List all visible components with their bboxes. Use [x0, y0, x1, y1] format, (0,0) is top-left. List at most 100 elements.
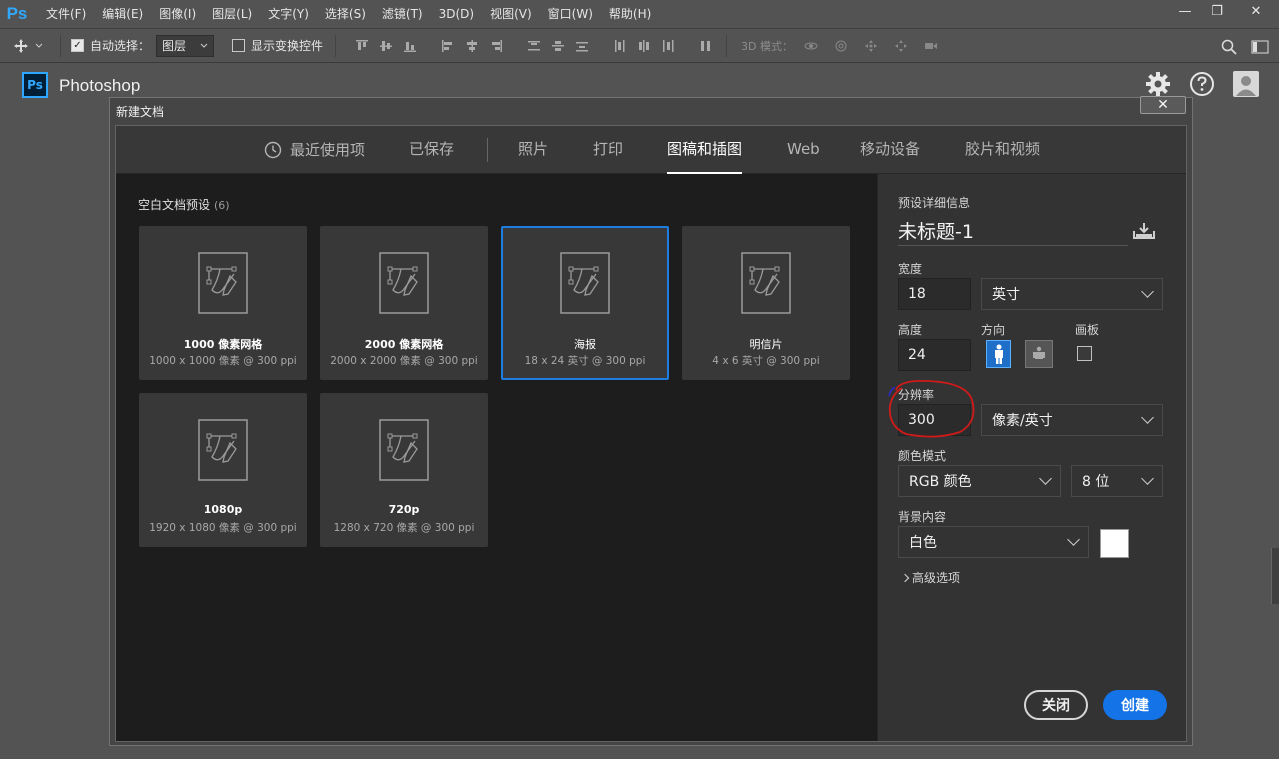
menu-filter[interactable]: 滤镜(T) — [374, 0, 431, 28]
window-close-button[interactable]: ✕ — [1233, 0, 1279, 22]
ps-logo: Ps — [22, 72, 48, 98]
chevron-down-icon — [1067, 533, 1080, 546]
advanced-options-toggle[interactable]: 高级选项 — [900, 569, 960, 586]
menu-window[interactable]: 窗口(W) — [540, 0, 601, 28]
preset-name: 1000 像素网格 — [183, 338, 263, 351]
preset-card-1080p[interactable]: 1080p 1920 x 1080 像素 @ 300 ppi — [139, 393, 307, 547]
color-mode-select[interactable]: RGB 颜色 — [898, 465, 1061, 497]
search-icon[interactable] — [1221, 39, 1237, 55]
document-template-icon — [379, 252, 429, 314]
tab-web[interactable]: Web — [787, 126, 820, 174]
divider — [335, 34, 337, 57]
document-template-icon — [198, 419, 248, 481]
orientation-portrait-button[interactable] — [986, 340, 1011, 368]
background-select[interactable]: 白色 — [898, 526, 1089, 558]
align-vcenter-icon[interactable] — [376, 36, 396, 56]
tab-photo[interactable]: 照片 — [518, 126, 548, 174]
orbit-3d-icon[interactable] — [801, 36, 821, 56]
tab-film-video[interactable]: 胶片和视频 — [965, 126, 1040, 174]
minimize-button[interactable]: — — [1169, 0, 1201, 22]
document-name-input[interactable]: 未标题-1 — [898, 217, 1128, 246]
workspace-icon[interactable] — [1251, 40, 1269, 54]
preset-card-2000px-grid[interactable]: 2000 像素网格 2000 x 2000 像素 @ 300 ppi — [320, 226, 488, 380]
dialog-close-button[interactable]: ✕ — [1140, 96, 1186, 114]
menu-layer[interactable]: 图层(L) — [204, 0, 260, 28]
menu-type[interactable]: 文字(Y) — [260, 0, 317, 28]
chevron-down-icon — [1039, 472, 1052, 485]
menu-help[interactable]: 帮助(H) — [601, 0, 659, 28]
width-input[interactable]: 18 — [898, 278, 971, 310]
distribute-top-icon[interactable] — [524, 36, 544, 56]
background-label: 背景内容 — [898, 510, 947, 524]
resolution-unit-select[interactable]: 像素/英寸 — [981, 404, 1163, 436]
document-template-icon — [741, 252, 791, 314]
create-button[interactable]: 创建 — [1103, 690, 1167, 720]
close-button[interactable]: 关闭 — [1024, 690, 1088, 720]
chevron-down-icon — [1141, 411, 1154, 424]
show-transform-checkbox[interactable] — [232, 39, 246, 52]
menu-3d[interactable]: 3D(D) — [431, 0, 482, 28]
preset-card-720p[interactable]: 720p 1280 x 720 像素 @ 300 ppi — [320, 393, 488, 547]
move-tool-icon — [14, 38, 28, 53]
preset-panel: 空白文档预设 (6) 1000 像素网格 1000 x 1000 像素 @ 300… — [116, 174, 877, 741]
menu-edit[interactable]: 编辑(E) — [94, 0, 151, 28]
restore-button[interactable]: ❐ — [1201, 0, 1233, 22]
tab-recent[interactable]: 最近使用项 — [264, 126, 365, 174]
height-input[interactable]: 24 — [898, 339, 971, 371]
align-top-icon[interactable] — [352, 36, 372, 56]
menu-view[interactable]: 视图(V) — [482, 0, 540, 28]
orientation-landscape-button[interactable] — [1025, 340, 1053, 368]
preset-card-postcard[interactable]: 明信片 4 x 6 英寸 @ 300 ppi — [682, 226, 850, 380]
align-hcenter-icon[interactable] — [462, 36, 482, 56]
tab-saved[interactable]: 已保存 — [409, 126, 454, 174]
tab-print[interactable]: 打印 — [593, 126, 623, 174]
menu-file[interactable]: 文件(F) — [38, 0, 94, 28]
save-preset-icon[interactable] — [1133, 222, 1155, 240]
distribute-bottom-icon[interactable] — [572, 36, 592, 56]
category-tabs: 最近使用项 已保存 照片 打印 图稿和插图 Web 移动设备 胶片和视频 — [116, 126, 1186, 174]
app-title: Photoshop — [59, 76, 141, 95]
pan-3d-icon[interactable] — [861, 36, 881, 56]
preset-card-poster[interactable]: 海报 18 x 24 英寸 @ 300 ppi — [501, 226, 669, 380]
distribute-vcenter-icon[interactable] — [548, 36, 568, 56]
align-bottom-icon[interactable] — [400, 36, 420, 56]
preset-details-panel: 预设详细信息 未标题-1 宽度 18 英寸 高度 24 方向 画板 分辨率 30… — [877, 174, 1186, 741]
mode-3d-group — [799, 36, 943, 56]
menu-select[interactable]: 选择(S) — [317, 0, 374, 28]
help-icon[interactable] — [1189, 71, 1215, 97]
move-tool-preset[interactable] — [0, 38, 56, 54]
distribute-right-icon[interactable] — [658, 36, 678, 56]
tab-divider — [487, 138, 488, 162]
options-bar: ✓ 自动选择： 图层 显示变换控件 3D 模式： — [0, 28, 1279, 63]
camera-3d-icon[interactable] — [921, 36, 941, 56]
chevron-down-icon — [1141, 285, 1154, 298]
background-color-swatch[interactable] — [1100, 529, 1129, 558]
auto-select-option[interactable]: ✓ 自动选择： — [71, 37, 150, 54]
tab-recent-label: 最近使用项 — [290, 140, 366, 159]
avatar-icon[interactable] — [1233, 71, 1259, 97]
tab-mobile[interactable]: 移动设备 — [860, 126, 920, 174]
preset-card-1000px-grid[interactable]: 1000 像素网格 1000 x 1000 像素 @ 300 ppi — [139, 226, 307, 380]
align-right-icon[interactable] — [486, 36, 506, 56]
show-transform-label: 显示变换控件 — [251, 39, 324, 53]
width-unit-select[interactable]: 英寸 — [981, 278, 1163, 310]
preset-desc: 1280 x 720 像素 @ 300 ppi — [333, 522, 475, 534]
background-value: 白色 — [909, 535, 937, 551]
auto-align-icon[interactable] — [696, 36, 716, 56]
roll-3d-icon[interactable] — [831, 36, 851, 56]
slide-3d-icon[interactable] — [891, 36, 911, 56]
tab-art-illustration[interactable]: 图稿和插图 — [667, 126, 743, 174]
align-left-icon[interactable] — [438, 36, 458, 56]
distribute-hcenter-icon[interactable] — [634, 36, 654, 56]
auto-select-checkbox[interactable]: ✓ — [71, 39, 84, 52]
auto-select-target-dropdown[interactable]: 图层 — [156, 34, 215, 57]
distribute-left-icon[interactable] — [610, 36, 630, 56]
artboard-checkbox[interactable] — [1077, 346, 1092, 361]
gear-icon[interactable] — [1145, 71, 1171, 97]
presets-heading: 空白文档预设 (6) — [138, 196, 230, 213]
resolution-input[interactable]: 300 — [898, 404, 971, 436]
show-transform-option[interactable]: 显示变换控件 — [232, 37, 323, 54]
bit-depth-value: 8 位 — [1082, 474, 1110, 490]
menu-image[interactable]: 图像(I) — [151, 0, 204, 28]
bit-depth-select[interactable]: 8 位 — [1071, 465, 1163, 497]
